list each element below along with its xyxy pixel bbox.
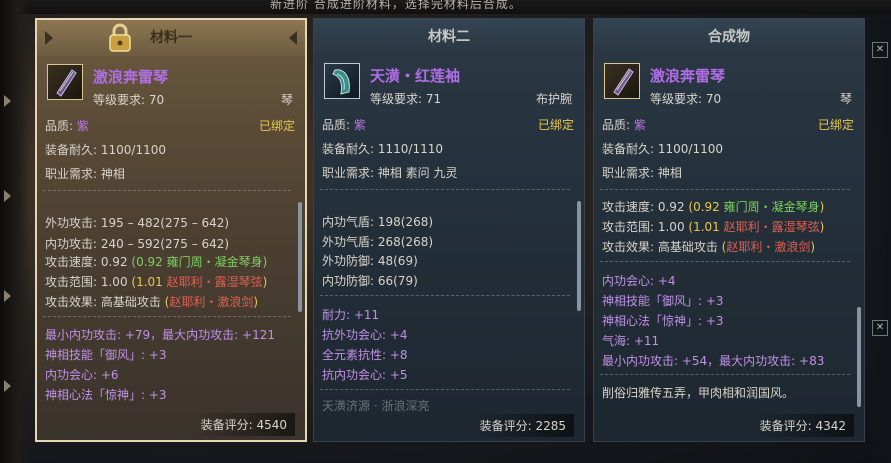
stat-row: 攻击效果: 高基础攻击 (赵耶利・激浪剑): [45, 295, 259, 309]
equipment-score: 装备评分: 4540: [192, 413, 295, 436]
item-category: 布护腕: [535, 92, 572, 106]
info-icon[interactable]: ✕: [872, 320, 888, 336]
quality-row: 品质: 紫 已绑定: [45, 119, 295, 133]
class-requirement: 职业需求: 神相 素问 九灵: [322, 166, 458, 180]
quality-value: 紫: [353, 118, 366, 132]
bound-status: 已绑定: [817, 118, 854, 132]
bonus-row: 最小内功攻击: +79，最大内功攻击: +121: [45, 328, 275, 342]
bracer-icon: [332, 69, 350, 95]
divider: [600, 261, 850, 262]
durability: 装备耐久: 1100/1100: [45, 143, 166, 157]
bonus-row: 最小内功攻击: +54，最大内功攻击: +83: [602, 354, 825, 368]
bonus-row: 神相技能「御风」: +3: [45, 348, 167, 362]
panel-header: 材料一: [37, 20, 305, 56]
stat-row: 攻击范围: 1.00 (1.01 赵耶利・露湿琴弦): [45, 275, 268, 289]
panel-title: 合成物: [708, 29, 750, 45]
bonus-row: 抗内功会心: +5: [322, 368, 408, 382]
stat-row: 攻击速度: 0.92 (0.92 雍门周・凝金琴身): [45, 255, 268, 269]
class-requirement: 职业需求: 神相: [602, 166, 682, 180]
close-icon[interactable]: ✕: [872, 42, 888, 58]
stat-row: 内功防御: 66(79): [322, 274, 418, 288]
panel-header: 材料二: [314, 19, 584, 55]
bonus-row: 气海: +11: [602, 334, 660, 348]
bonus-row: 内功会心: +4: [602, 274, 676, 288]
durability: 装备耐久: 1110/1110: [322, 142, 443, 156]
quality-value: 紫: [633, 118, 646, 132]
arrow-left-icon[interactable]: [45, 31, 53, 45]
panel-header: 合成物: [594, 19, 864, 55]
item-category: 琴: [839, 92, 852, 106]
quality-row: 品质: 紫 已绑定: [322, 118, 574, 132]
right-edge-decoration: ✕ ✕: [866, 20, 891, 463]
chevron-right-icon[interactable]: [4, 290, 11, 302]
item-name: 激浪奔雷琴: [650, 67, 726, 85]
item-icon[interactable]: [324, 63, 360, 99]
lock-icon: [109, 23, 131, 52]
item-icon[interactable]: [604, 63, 640, 99]
stat-row: 攻击范围: 1.00 (1.01 赵耶利・露湿琴弦): [602, 220, 825, 234]
stat-row: 外功防御: 48(69): [322, 254, 418, 268]
top-banner-text: 新进阶 合成进阶材料，选择完材料后合成。: [270, 0, 522, 11]
divider: [320, 295, 570, 296]
stat-row: 外功气盾: 268(268): [322, 235, 434, 249]
bonus-row: 全元素抗性: +8: [322, 348, 408, 362]
panel-title: 材料二: [428, 29, 470, 45]
divider: [600, 189, 850, 190]
item-name: 天潢・红莲袖: [370, 67, 461, 85]
level-requirement: 等级要求: 70: [93, 93, 165, 107]
bonus-row: 神相心法「惊神」: +3: [602, 314, 724, 328]
durability: 装备耐久: 1100/1100: [602, 142, 723, 156]
scrollbar[interactable]: [857, 307, 861, 407]
material-two-panel[interactable]: 材料二 天潢・红莲袖 等级要求: 71 布护腕 品质: 紫 已绑定 装备耐久: …: [313, 18, 585, 442]
guqin-icon: [613, 68, 634, 96]
quality-value: 紫: [76, 119, 89, 133]
bound-status: 已绑定: [537, 118, 574, 132]
bonus-row: 耐力: +11: [322, 308, 380, 322]
material-one-panel[interactable]: 材料一 激浪奔雷琴 等级要求: 70 琴 品质: 紫 已绑定 装备耐久: 110…: [35, 18, 307, 442]
scrollbar[interactable]: [298, 202, 302, 312]
chevron-right-icon[interactable]: [4, 190, 11, 202]
guqin-icon: [56, 69, 77, 97]
bound-status: 已绑定: [258, 119, 295, 133]
item-icon[interactable]: [47, 64, 83, 100]
item-category: 琴: [280, 93, 293, 107]
panel-title: 材料一: [150, 30, 192, 46]
level-requirement: 等级要求: 71: [370, 92, 442, 106]
stat-row: 攻击速度: 0.92 (0.92 雍门周・凝金琴身): [602, 200, 825, 214]
chevron-right-icon[interactable]: [4, 380, 11, 392]
bonus-row: 神相技能「御风」: +3: [602, 294, 724, 308]
class-requirement: 职业需求: 神相: [45, 167, 125, 181]
item-name: 激浪奔雷琴: [93, 68, 169, 86]
equipment-score: 装备评分: 2285: [471, 414, 574, 437]
result-panel[interactable]: 合成物 激浪奔雷琴 等级要求: 70 琴 品质: 紫 已绑定 装备耐久: 110…: [593, 18, 865, 442]
divider: [320, 389, 570, 390]
bonus-row: 神相心法「惊神」: +3: [45, 388, 167, 402]
stat-row: 内功攻击: 240 – 592(275 – 642): [45, 237, 230, 251]
flavor-text: 削俗归雅传五弄，甲肉相和润国风。: [602, 386, 795, 400]
left-edge-decoration: [0, 0, 30, 463]
level-requirement: 等级要求: 70: [650, 92, 722, 106]
scrollbar[interactable]: [577, 201, 581, 311]
top-banner: 新进阶 合成进阶材料，选择完材料后合成。: [0, 0, 891, 14]
divider: [600, 374, 850, 375]
stat-row: 外功攻击: 195 – 482(275 – 642): [45, 216, 230, 230]
set-name-faded: 天潢济源 · 浙浪深亮: [322, 399, 430, 413]
equipment-score: 装备评分: 4342: [751, 414, 854, 437]
stat-row: 攻击效果: 高基础攻击 (赵耶利・激浪剑): [602, 240, 816, 254]
chevron-right-icon[interactable]: [4, 95, 11, 107]
arrow-right-icon[interactable]: [289, 31, 297, 45]
divider: [43, 190, 291, 191]
stat-row: 内功气盾: 198(268): [322, 215, 434, 229]
divider: [320, 189, 570, 190]
bonus-row: 内功会心: +6: [45, 368, 119, 382]
quality-row: 品质: 紫 已绑定: [602, 118, 854, 132]
bonus-row: 抗外功会心: +4: [322, 328, 408, 342]
divider: [43, 316, 291, 317]
